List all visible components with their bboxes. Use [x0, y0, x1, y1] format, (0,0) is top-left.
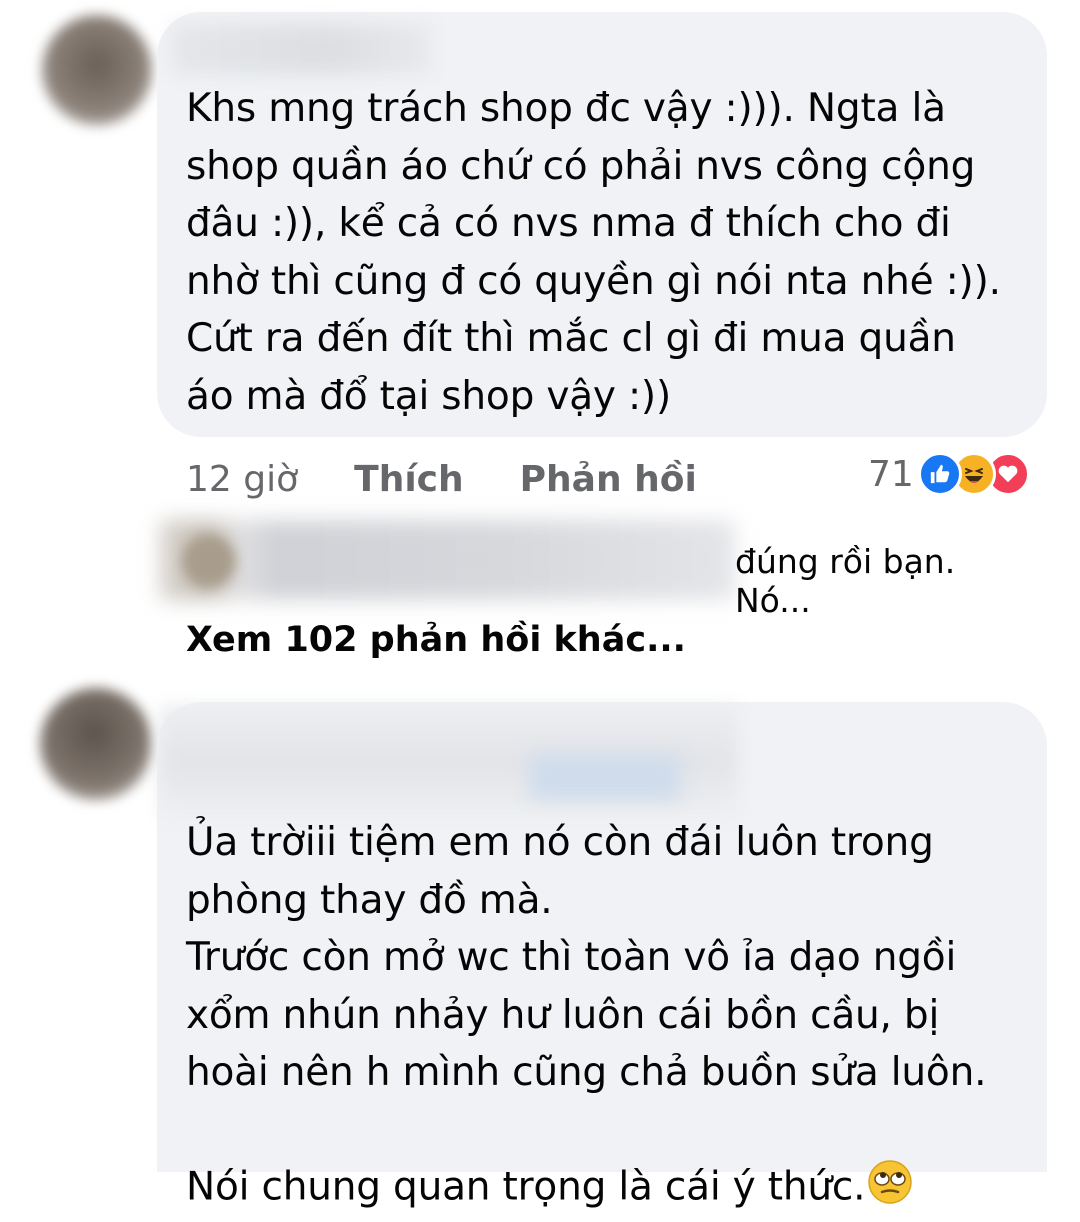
like-icon: [917, 452, 962, 496]
avatar[interactable]: [42, 15, 152, 125]
comment-actions: 12 giờ Thích Phản hồi: [186, 454, 753, 504]
comment-text: Ủa trờiii tiệm em nó còn đái luôn trong …: [186, 814, 1036, 1222]
author-badge-blurred: [530, 755, 680, 800]
like-button[interactable]: Thích: [354, 459, 464, 500]
author-name-blurred[interactable]: [172, 24, 432, 74]
comment-text-body: Ủa trờiii tiệm em nó còn đái luôn trong …: [186, 820, 987, 1209]
rolling-eyes-emoji: [867, 1102, 913, 1222]
view-more-replies-link[interactable]: Xem 102 phản hồi khác...: [186, 620, 686, 660]
reaction-summary[interactable]: 71: [868, 452, 1030, 496]
comment-text: Khs mng trách shop đc vậy :))). Ngta là …: [186, 86, 1001, 419]
reply-snippet: đúng rồi bạn. Nó...: [735, 542, 956, 620]
reaction-count: 71: [868, 453, 914, 495]
avatar[interactable]: [40, 688, 152, 800]
reply-button[interactable]: Phản hồi: [520, 459, 697, 500]
reply-avatar-blurred: [160, 520, 735, 600]
reply-avatar: [182, 534, 236, 588]
reply-preview[interactable]: đúng rồi bạn. Nó...: [160, 520, 1040, 620]
comment-timestamp[interactable]: 12 giờ: [186, 459, 298, 500]
